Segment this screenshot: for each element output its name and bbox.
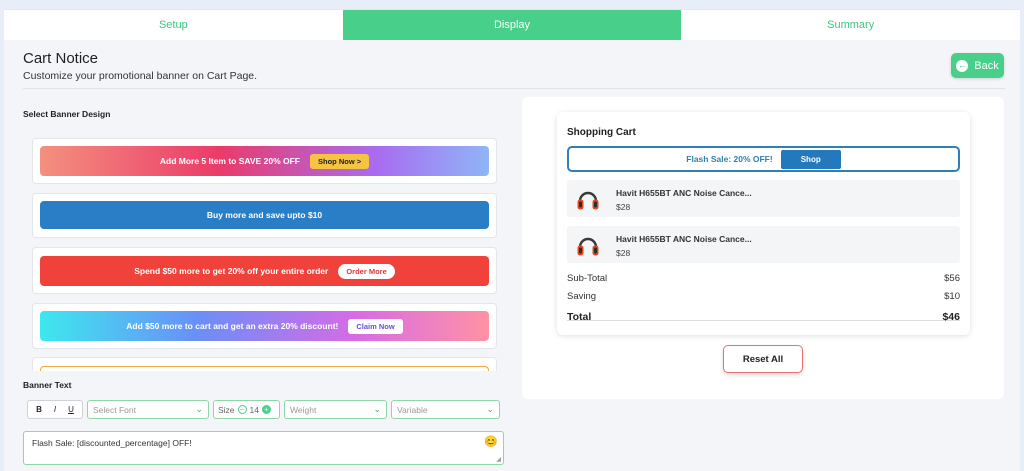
banner-button-4: Claim Now — [348, 318, 403, 334]
item-price: $28 — [616, 202, 631, 212]
item-name: Havit H655BT ANC Noise Cance... — [616, 188, 752, 198]
tab-setup[interactable]: Setup — [4, 10, 343, 40]
size-decrease-button[interactable]: − — [237, 405, 247, 414]
cart-item: Havit H655BT ANC Noise Cance... $28 — [567, 226, 960, 263]
banner-preview-1: Add More 5 Item to SAVE 20% OFF Shop Now… — [40, 146, 489, 176]
arrow-left-icon: ← — [956, 59, 969, 72]
size-value: 14 — [249, 404, 260, 415]
divider — [23, 88, 1005, 89]
banner-button-1: Shop Now > — [310, 153, 370, 169]
item-price: $28 — [616, 248, 631, 258]
item-name: Havit H655BT ANC Noise Cance... — [616, 234, 752, 244]
cart-notice-banner: Flash Sale: 20% OFF! Shop — [567, 146, 960, 172]
page-subtitle: Customize your promotional banner on Car… — [23, 70, 258, 82]
font-select-label: Select Font — [93, 404, 136, 415]
chevron-down-icon: ⌄ — [195, 404, 203, 414]
size-increase-button[interactable]: + — [262, 405, 272, 414]
step-tabs: Setup Display Summary — [4, 9, 1020, 40]
total-value: $46 — [942, 311, 960, 323]
headphones-icon — [577, 237, 599, 256]
banner-text-label: Banner Text — [23, 380, 72, 390]
banner-text-4: Add $50 more to cart and get an extra 20… — [126, 321, 339, 331]
banner-preview-2: Buy more and save upto $10 — [40, 201, 489, 229]
chevron-down-icon: ⌄ — [373, 404, 381, 414]
total-label: Total — [567, 311, 592, 323]
banner-option-1[interactable]: Add More 5 Item to SAVE 20% OFF Shop Now… — [32, 138, 497, 184]
subtotal-row: Sub-Total $56 — [567, 273, 960, 284]
banner-option-2[interactable]: Buy more and save upto $10 — [32, 193, 497, 238]
tab-summary[interactable]: Summary — [681, 10, 1020, 40]
saving-label: Saving — [567, 291, 597, 302]
subtotal-value: $56 — [944, 273, 960, 284]
banner-text-input[interactable]: Flash Sale: [discounted_percentage] OFF!… — [23, 431, 504, 465]
weight-select[interactable]: Weight ⌄ — [284, 400, 387, 419]
emoji-picker-icon[interactable]: 😊 — [484, 435, 498, 448]
banner-preview-3: Spend $50 more to get 20% off your entir… — [40, 256, 489, 286]
banner-button-3: Order More — [338, 263, 395, 279]
text-toolbar: B I U Select Font ⌄ Size − 14 + Weight ⌄… — [27, 400, 504, 419]
format-buttons: B I U — [27, 400, 83, 419]
banner-text-3: Spend $50 more to get 20% off your entir… — [134, 266, 329, 276]
variable-select-label: Variable — [397, 404, 428, 415]
saving-row: Saving $10 — [567, 291, 960, 302]
banner-preview-5 — [40, 366, 489, 371]
banner-option-4[interactable]: Add $50 more to cart and get an extra 20… — [32, 303, 497, 349]
shop-button[interactable]: Shop — [780, 149, 841, 169]
main-panel: Cart Notice Customize your promotional b… — [4, 40, 1020, 471]
reset-all-button[interactable]: Reset All — [723, 345, 803, 373]
banner-text-2: Buy more and save upto $10 — [206, 210, 323, 220]
cart-preview: Shopping Cart Flash Sale: 20% OFF! Shop … — [557, 112, 970, 335]
chevron-down-icon: ⌄ — [486, 404, 494, 414]
headphones-icon — [577, 191, 599, 210]
cart-banner-text: Flash Sale: 20% OFF! — [686, 154, 773, 164]
total-row: Total $46 — [567, 311, 960, 323]
banner-option-3[interactable]: Spend $50 more to get 20% off your entir… — [32, 247, 497, 294]
design-section-label: Select Banner Design — [23, 109, 111, 119]
italic-button[interactable]: I — [48, 403, 62, 417]
weight-select-label: Weight — [290, 404, 317, 415]
banner-text-1: Add More 5 Item to SAVE 20% OFF — [159, 156, 300, 166]
font-select[interactable]: Select Font ⌄ — [87, 400, 209, 419]
saving-value: $10 — [944, 291, 960, 302]
banner-text-value: Flash Sale: [discounted_percentage] OFF! — [32, 438, 192, 448]
size-stepper: Size − 14 + — [213, 400, 280, 419]
banner-option-5[interactable] — [32, 357, 497, 371]
back-button[interactable]: ← Back — [951, 53, 1004, 78]
resize-handle-icon[interactable]: ◢ — [496, 456, 501, 463]
tab-display[interactable]: Display — [342, 10, 682, 40]
banner-preview-4: Add $50 more to cart and get an extra 20… — [40, 311, 489, 341]
subtotal-label: Sub-Total — [567, 273, 608, 284]
cart-item: Havit H655BT ANC Noise Cance... $28 — [567, 180, 960, 217]
size-label: Size — [218, 404, 235, 415]
back-label: Back — [974, 59, 999, 72]
bold-button[interactable]: B — [32, 403, 46, 417]
underline-button[interactable]: U — [64, 403, 78, 417]
cart-title: Shopping Cart — [567, 127, 636, 138]
banner-design-list[interactable]: Add More 5 Item to SAVE 20% OFF Shop Now… — [32, 138, 497, 371]
variable-select[interactable]: Variable ⌄ — [391, 400, 500, 419]
page-title: Cart Notice — [23, 50, 99, 67]
